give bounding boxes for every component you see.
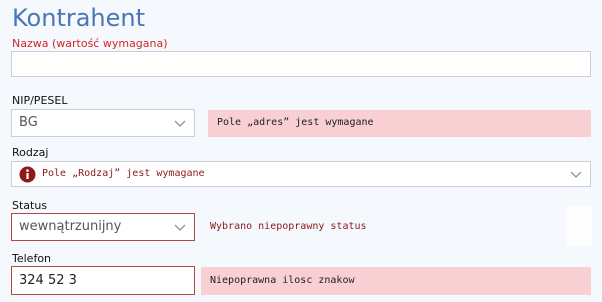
status-side-panel (566, 206, 592, 246)
info-icon (19, 166, 36, 183)
nip-pesel-select[interactable]: BG (11, 109, 195, 137)
page-title: Kontrahent (12, 4, 146, 32)
status-error-text: Wybrano niepoprawny status (210, 221, 367, 232)
nip-pesel-selected-value: BG (19, 115, 38, 130)
rodzaj-label: Rodzaj (12, 146, 49, 159)
nazwa-label: Nazwa (wartość wymagana) (12, 37, 168, 50)
nip-pesel-label: NIP/PESEL (12, 94, 68, 107)
status-select[interactable]: wewnątrzunijny (11, 213, 195, 241)
chevron-down-icon (174, 120, 186, 127)
telefon-label: Telefon (12, 252, 52, 265)
telefon-input-value: 324 52 3 (19, 273, 77, 288)
telefon-input[interactable]: 324 52 3 (11, 266, 195, 295)
chevron-down-icon (570, 171, 582, 178)
status-selected-value: wewnątrzunijny (19, 219, 122, 234)
chevron-down-icon (174, 224, 186, 231)
nip-pesel-error-box: Pole „adres” jest wymagane (208, 110, 591, 137)
status-label: Status (12, 199, 48, 212)
telefon-error-box: Niepoprawna ilosc znakow (201, 267, 591, 295)
rodzaj-select[interactable]: Pole „Rodzaj” jest wymagane (11, 161, 591, 187)
nazwa-input[interactable] (11, 51, 591, 77)
rodzaj-error-text: Pole „Rodzaj” jest wymagane (42, 168, 205, 179)
